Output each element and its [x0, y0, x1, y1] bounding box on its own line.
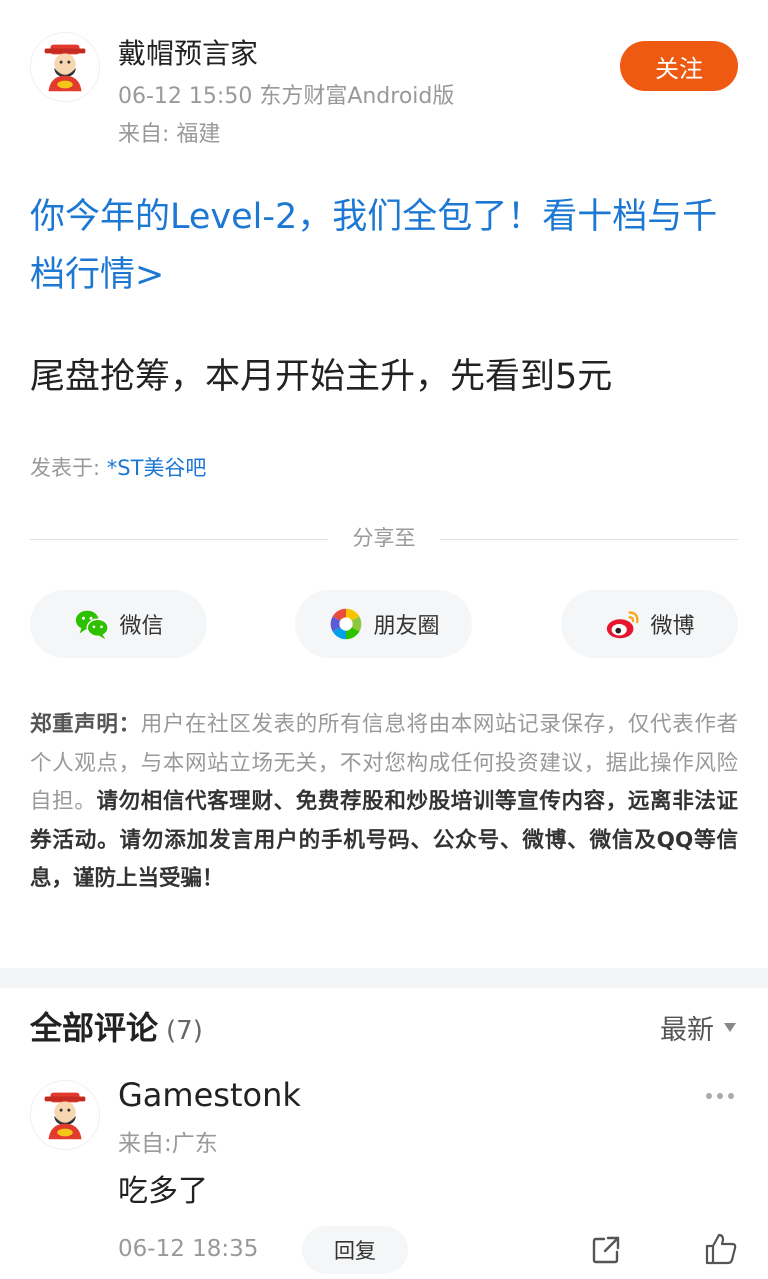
- more-options-icon[interactable]: [706, 1086, 738, 1106]
- post-timestamp: 06-12 15:50 东方财富Android版: [118, 84, 455, 109]
- share-wechat-button[interactable]: 微信: [30, 590, 207, 658]
- level2-promo-link[interactable]: 你今年的Level-2，我们全包了！看十档与千档行情>: [30, 188, 738, 304]
- posted-in: 发表于: *ST美谷吧: [30, 452, 206, 482]
- share-moments-label: 朋友圈: [373, 614, 440, 639]
- share-wechat-label: 微信: [119, 614, 164, 639]
- commenter-location: 来自:广东: [118, 1131, 218, 1157]
- thumbs-up-icon[interactable]: [704, 1232, 738, 1266]
- share-weibo-label: 微博: [650, 614, 695, 639]
- comments-count: (7): [166, 1016, 203, 1046]
- share-weibo-button[interactable]: 微博: [561, 590, 738, 658]
- disclaimer-warning: 请勿相信代客理财、免费荐股和炒股培训等宣传内容，远离非法证券活动。请勿添加发言用…: [30, 789, 738, 891]
- reply-button[interactable]: 回复: [302, 1226, 408, 1274]
- post-body: 尾盘抢筹，本月开始主升，先看到5元: [30, 357, 613, 397]
- forum-link[interactable]: *ST美谷吧: [107, 456, 207, 480]
- comment-sort-dropdown[interactable]: 最新: [660, 1008, 736, 1047]
- share-label: 分享至: [352, 526, 416, 550]
- commenter-name[interactable]: Gamestonk: [118, 1076, 301, 1114]
- share-external-icon[interactable]: [590, 1234, 622, 1266]
- comments-header: 全部评论 (7): [30, 1003, 203, 1049]
- author-avatar[interactable]: [30, 32, 100, 102]
- moments-aperture-icon: [331, 608, 362, 640]
- commenter-avatar[interactable]: [30, 1080, 100, 1150]
- fortune-god-avatar-icon: [31, 33, 99, 101]
- share-moments-button[interactable]: 朋友圈: [295, 590, 472, 658]
- sort-label: 最新: [660, 1015, 714, 1046]
- fortune-god-avatar-icon: [31, 1081, 99, 1149]
- posted-in-label: 发表于:: [30, 456, 101, 480]
- author-name[interactable]: 戴帽预言家: [118, 32, 258, 72]
- comment-text: 吃多了: [118, 1174, 208, 1209]
- post-location: 来自: 福建: [118, 122, 221, 147]
- share-divider: 分享至: [30, 522, 738, 552]
- disclaimer-heading: 郑重声明：: [30, 712, 141, 737]
- comment-timestamp: 06-12 18:35: [118, 1236, 259, 1262]
- disclaimer: 郑重声明：用户在社区发表的所有信息将由本网站记录保存，仅代表作者个人观点，与本网…: [30, 706, 738, 899]
- divider-line-right: [440, 539, 738, 540]
- weibo-icon: [607, 611, 640, 639]
- wechat-icon: [76, 610, 110, 640]
- comments-title: 全部评论: [30, 1009, 159, 1047]
- caret-down-icon: [724, 1023, 736, 1032]
- section-separator: [0, 968, 768, 988]
- follow-button[interactable]: 关注: [620, 41, 738, 91]
